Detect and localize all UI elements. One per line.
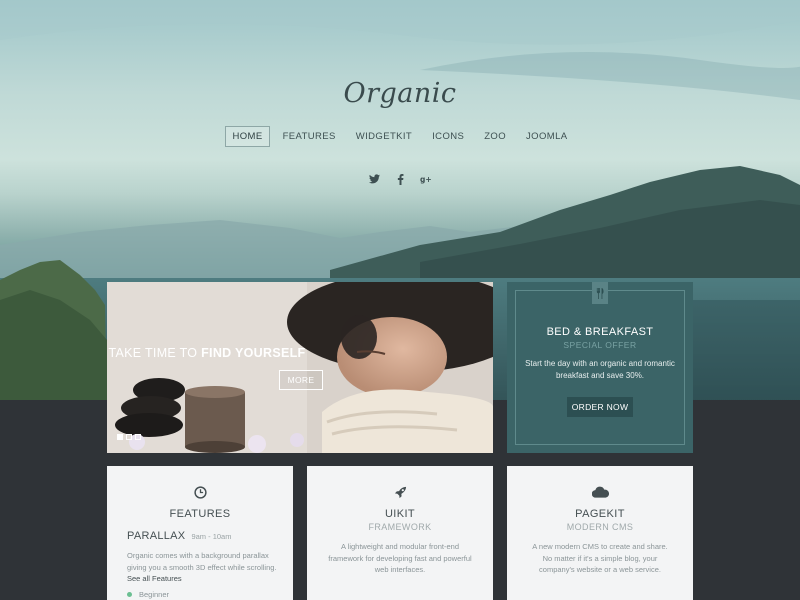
uikit-card: UIKIT FRAMEWORK A lightweight and modula…: [307, 466, 493, 600]
slide-heading-light: TAKE TIME TO: [108, 346, 198, 360]
spa-photo: [107, 282, 493, 453]
nav-item-features[interactable]: FEATURES: [276, 126, 343, 147]
offer-title: BED & BREAKFAST: [546, 326, 654, 338]
pagekit-card: PAGEKIT MODERN CMS A new modern CMS to c…: [507, 466, 693, 600]
card-title: PAGEKIT: [575, 508, 625, 520]
google-plus-icon[interactable]: g+: [419, 172, 433, 186]
level-label: Beginner: [139, 590, 170, 599]
card-title: FEATURES: [169, 508, 231, 520]
card-title: UIKIT: [384, 508, 416, 520]
more-button[interactable]: MORE: [279, 370, 323, 390]
social-links: g+: [0, 172, 800, 186]
slide-heading-bold: FIND YOURSELF: [201, 346, 306, 360]
offer-subtitle: SPECIAL OFFER: [563, 340, 637, 350]
facebook-icon[interactable]: [393, 172, 407, 186]
site-logo[interactable]: Organic: [0, 78, 800, 109]
level-indicator: Beginner: [127, 590, 169, 599]
slider-dot[interactable]: [117, 434, 123, 440]
event-description-text: Organic comes with a background parallax…: [127, 551, 277, 572]
event-name: PARALLAX: [127, 530, 186, 542]
svg-text:g+: g+: [420, 175, 432, 184]
nav-item-home[interactable]: HOME: [225, 126, 270, 147]
slide-heading: TAKE TIME TO FIND YOURSELF: [107, 346, 307, 360]
nav-item-zoo[interactable]: ZOO: [477, 126, 513, 147]
event-description: Organic comes with a background parallax…: [127, 550, 277, 585]
nav-item-icons[interactable]: ICONS: [425, 126, 471, 147]
clock-icon: [107, 486, 293, 499]
twitter-icon[interactable]: [367, 172, 381, 186]
nav-item-widgetkit[interactable]: WIDGETKIT: [349, 126, 419, 147]
slider-dot[interactable]: [126, 434, 132, 440]
nav-item-joomla[interactable]: JOOMLA: [519, 126, 574, 147]
event-time: 9am - 10am: [191, 532, 232, 541]
rocket-icon: [307, 486, 493, 499]
offer-description: Start the day with an organic and romant…: [525, 359, 675, 380]
special-offer-panel: BED & BREAKFAST SPECIAL OFFER Start the …: [507, 282, 693, 453]
slider-pagination: [117, 434, 141, 440]
card-description: A new modern CMS to create and share. No…: [532, 542, 668, 574]
event-title: PARALLAX 9am - 10am: [127, 530, 231, 542]
slider-dot[interactable]: [135, 434, 141, 440]
level-dot: [127, 592, 132, 597]
main-navigation: HOME FEATURES WIDGETKIT ICONS ZOO JOOMLA: [0, 126, 800, 147]
utensils-icon: [592, 282, 608, 304]
card-description: A lightweight and modular front-end fram…: [328, 542, 472, 574]
order-now-button[interactable]: ORDER NOW: [567, 397, 633, 417]
card-subtitle: MODERN CMS: [566, 522, 634, 532]
see-all-features-link[interactable]: See all Features: [127, 574, 182, 583]
hero-slider[interactable]: TAKE TIME TO FIND YOURSELF MORE: [107, 282, 493, 453]
features-card: FEATURES PARALLAX 9am - 10am Organic come…: [107, 466, 293, 600]
card-subtitle: FRAMEWORK: [368, 522, 432, 532]
cloud-icon: [507, 486, 693, 498]
